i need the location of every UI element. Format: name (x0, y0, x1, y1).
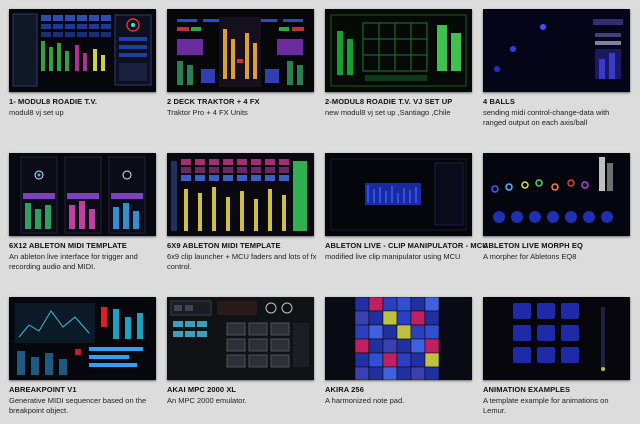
card-title[interactable]: 2-MODUL8 ROADIE T.V. VJ SET UP (325, 97, 481, 106)
card-description: modified live clip manipulator using MCU (325, 252, 461, 261)
card-title[interactable]: 2 DECK TRAKTOR + 4 FX (167, 97, 323, 106)
ableton-6x9-thumbnail[interactable] (167, 153, 314, 236)
morph-eq-thumbnail[interactable] (483, 153, 630, 236)
card-title[interactable]: ANIMATION EXAMPLES (483, 385, 639, 394)
clip-manipulator-thumbnail[interactable] (325, 153, 472, 236)
card-description: 6x9 clip launcher + MCU faders and lots … (167, 252, 317, 271)
card-title[interactable]: 4 BALLS (483, 97, 639, 106)
modul8-roadie-thumbnail[interactable] (9, 9, 156, 92)
card-title[interactable]: 1- MODUL8 ROADIE T.V. (9, 97, 165, 106)
modul8-vj-thumbnail[interactable] (325, 9, 472, 92)
abreakpoint-thumbnail[interactable] (9, 297, 156, 380)
animation-thumbnail[interactable] (483, 297, 630, 380)
mpc-thumbnail[interactable] (167, 297, 314, 380)
card-description: modul8 vj set up (9, 108, 64, 117)
card-description: sending midi control-change-data with ra… (483, 108, 610, 127)
card-description: Traktor Pro + 4 FX Units (167, 108, 248, 117)
card-title[interactable]: ABLETON LIVE MORPH EQ (483, 241, 639, 250)
card-description: A harmonized note pad. (325, 396, 405, 405)
card-description: A template example for animations on Lem… (483, 396, 609, 415)
card-title[interactable]: AKIRA 256 (325, 385, 481, 394)
card-description: An ableton live interface for trigger an… (9, 252, 138, 271)
template-grid: 1- MODUL8 ROADIE T.V. modul8 vj set up 2… (0, 0, 640, 424)
card-description: new modul8 vj set up ,Santiago ,Chile (325, 108, 451, 117)
card-description: A morpher for Abletons EQ8 (483, 252, 577, 261)
card-description: An MPC 2000 emulator. (167, 396, 247, 405)
card-title[interactable]: 6X12 ABLETON MIDI TEMPLATE (9, 241, 165, 250)
card-title[interactable]: AKAI MPC 2000 XL (167, 385, 323, 394)
card-description: Generative MIDI sequencer based on the b… (9, 396, 147, 415)
card-title[interactable]: ABREAKPOINT V1 (9, 385, 165, 394)
card-title[interactable]: 6X9 ABLETON MIDI TEMPLATE (167, 241, 323, 250)
card-title[interactable]: ABLETON LIVE - CLIP MANIPULATOR - MCU (325, 241, 488, 250)
akira-thumbnail[interactable] (325, 297, 472, 380)
traktor-thumbnail[interactable] (167, 9, 314, 92)
four-balls-thumbnail[interactable] (483, 9, 630, 92)
ableton-6x12-thumbnail[interactable] (9, 153, 156, 236)
